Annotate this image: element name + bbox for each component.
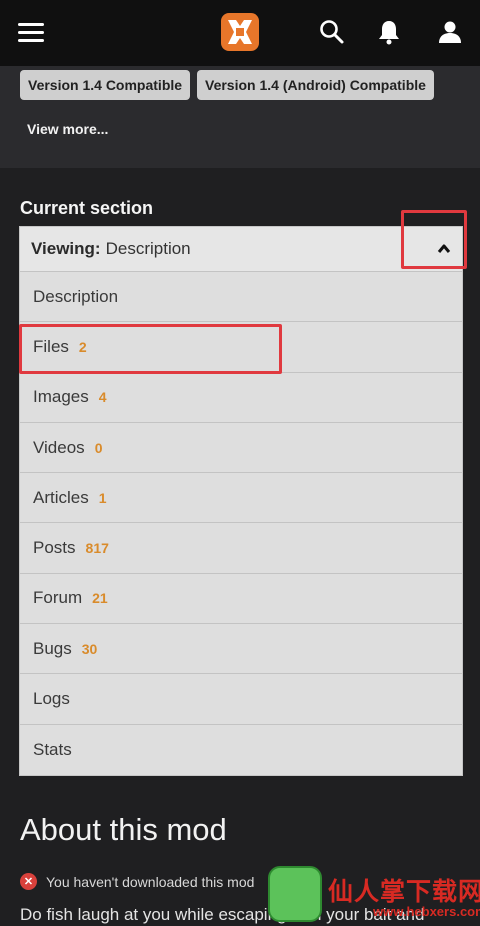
forum-count: 21 <box>92 590 108 607</box>
section-item-images[interactable]: Images 4 <box>20 373 462 423</box>
bugs-count: 30 <box>81 640 98 657</box>
section-item-articles[interactable]: Articles 1 <box>20 473 462 524</box>
watermark: 仙人掌下载网 www.hebxers.com <box>268 866 480 926</box>
section-item-description[interactable]: Description <box>20 272 462 323</box>
hamburger-icon[interactable] <box>18 23 44 43</box>
viewing-label: Viewing: <box>31 239 101 258</box>
cactus-logo <box>268 866 322 922</box>
top-bar <box>0 0 480 66</box>
user-icon[interactable] <box>436 18 464 46</box>
watermark-url: www.hebxers.com <box>373 904 480 919</box>
bell-icon[interactable] <box>375 18 403 46</box>
chevron-up-icon <box>437 244 451 253</box>
current-section-title: Current section <box>20 198 154 218</box>
view-more-link[interactable]: View more... <box>27 121 108 137</box>
about-title: About this mod <box>20 812 227 847</box>
posts-count: 817 <box>85 540 109 557</box>
images-count: 4 <box>98 389 107 406</box>
section-item-stats[interactable]: Stats <box>20 725 462 775</box>
section-item-logs[interactable]: Logs <box>20 674 462 725</box>
search-icon[interactable] <box>318 18 346 46</box>
section-item-forum[interactable]: Forum 21 <box>20 574 462 625</box>
download-notice: ✕ You haven't downloaded this mod <box>20 873 254 890</box>
section-dropdown: Viewing: Description Description Files 2 … <box>19 226 463 776</box>
tag-version-compatible[interactable]: Version 1.4 Compatible <box>20 70 191 100</box>
section-item-posts[interactable]: Posts 817 <box>20 523 462 574</box>
viewing-value: Description <box>105 239 191 258</box>
section-item-bugs[interactable]: Bugs 30 <box>20 624 462 675</box>
tag-android-compatible[interactable]: Version 1.4 (Android) Compatible <box>197 70 434 100</box>
files-count: 2 <box>78 338 87 355</box>
nexus-logo[interactable] <box>221 13 259 51</box>
section-item-videos[interactable]: Videos 0 <box>20 423 462 474</box>
section-dropdown-toggle[interactable]: Viewing: Description <box>20 227 462 272</box>
watermark-text: 仙人掌下载网 <box>328 878 480 906</box>
error-icon: ✕ <box>20 873 37 890</box>
videos-count: 0 <box>94 439 103 456</box>
articles-count: 1 <box>98 489 107 506</box>
section-item-files[interactable]: Files 2 <box>20 322 462 373</box>
